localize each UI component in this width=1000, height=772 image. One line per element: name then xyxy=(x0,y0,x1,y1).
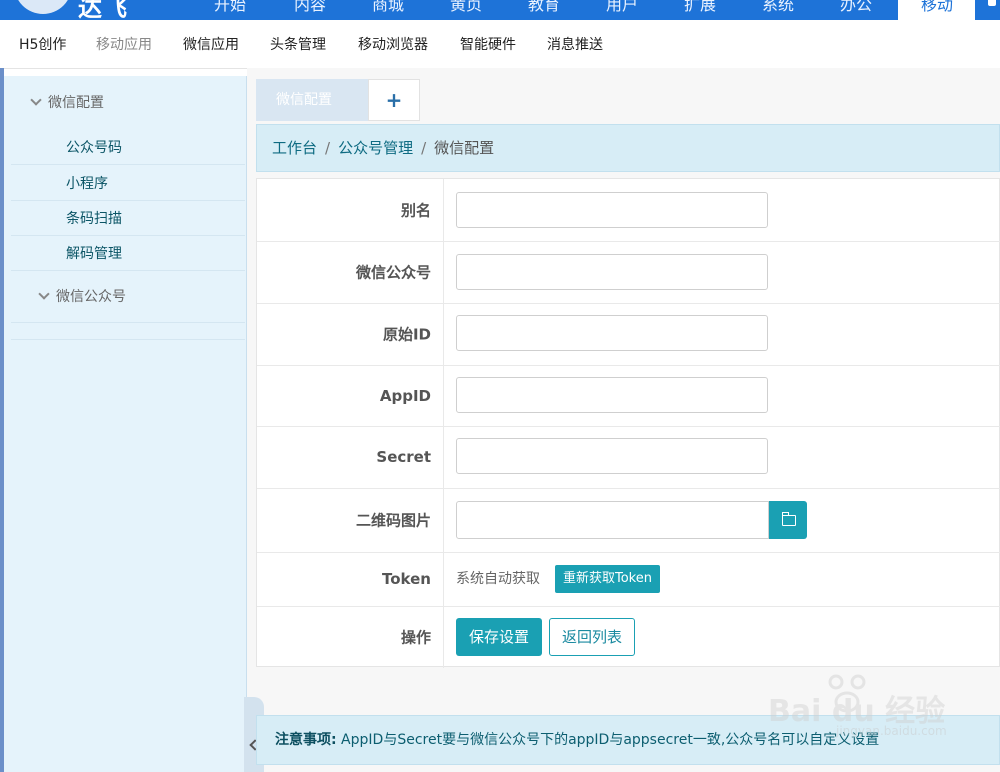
topnav-item-system[interactable]: 系统 xyxy=(748,0,808,20)
alias-label: 别名 xyxy=(400,201,431,220)
browse-file-button[interactable] xyxy=(769,501,807,539)
tab-wechat-config[interactable]: 微信配置 xyxy=(256,79,368,121)
sidebar-divider xyxy=(11,322,245,323)
qrcode-label: 二维码图片 xyxy=(355,511,431,530)
topnav-item-mall[interactable]: 商城 xyxy=(358,0,418,20)
form-row-token: Token 系统自动获取 重新获取Token xyxy=(257,552,1000,607)
sidebar-group-label: 微信配置 xyxy=(48,95,104,111)
breadcrumb-current: 微信配置 xyxy=(434,139,495,157)
breadcrumb-workbench[interactable]: 工作台 xyxy=(272,139,317,157)
label-cell: 二维码图片 xyxy=(257,488,444,552)
chevron-down-icon xyxy=(30,94,42,106)
account-label: 微信公众号 xyxy=(355,263,431,282)
overflow-icon xyxy=(988,0,996,6)
qrcode-input[interactable] xyxy=(456,501,769,539)
notice-title: 注意事项: xyxy=(275,732,337,748)
form-row-actions: 操作 保存设置 返回列表 xyxy=(257,606,1000,668)
label-cell: 操作 xyxy=(257,606,444,668)
refresh-token-button[interactable]: 重新获取Token xyxy=(555,565,660,593)
logo-icon xyxy=(14,0,72,14)
submenu-item-h5[interactable]: H5创作 xyxy=(19,20,66,68)
breadcrumb-separator: / xyxy=(325,139,331,157)
form-row-secret: Secret xyxy=(257,426,1000,489)
breadcrumb-separator: / xyxy=(421,139,427,157)
token-label: Token xyxy=(382,570,431,588)
sidebar: 微信配置 公众号码 小程序 条码扫描 解码管理 微信公众号 xyxy=(4,76,247,772)
topnav-item-mobile[interactable]: 移动 xyxy=(898,0,976,20)
submenu-item-push[interactable]: 消息推送 xyxy=(547,20,603,68)
breadcrumb: 工作台 / 公众号管理 / 微信配置 xyxy=(256,124,1000,172)
wechat-config-form: 别名 微信公众号 原始ID AppID Secret 二维码图片 Token 系… xyxy=(256,178,1000,668)
secret-input[interactable] xyxy=(456,438,768,474)
topnav-item-extend[interactable]: 扩展 xyxy=(670,0,730,20)
label-cell: 微信公众号 xyxy=(257,241,444,303)
form-row-origin-id: 原始ID xyxy=(257,303,1000,366)
watermark-subtext: jingyan.baidu.com xyxy=(836,724,947,738)
baidu-watermark: Bai du 经验 jingyan.baidu.com xyxy=(762,668,962,748)
top-nav-bar: 达飞 开始 内容 商城 黄页 教育 用户 扩展 系统 办公 移动 xyxy=(0,0,1000,20)
submenu-item-mobile-app[interactable]: 移动应用 xyxy=(96,20,152,68)
sidebar-group-wechat-account[interactable]: 微信公众号 xyxy=(38,286,126,306)
appid-label: AppID xyxy=(379,386,431,405)
sidebar-item-label: 小程序 xyxy=(66,176,108,192)
topnav-item-yellowpages[interactable]: 黄页 xyxy=(436,0,496,20)
sub-menu: H5创作 移动应用 微信应用 头条管理 移动浏览器 智能硬件 消息推送 xyxy=(0,20,1000,69)
chevron-down-icon xyxy=(38,288,50,300)
topnav-item-start[interactable]: 开始 xyxy=(200,0,260,20)
label-cell: 别名 xyxy=(257,179,444,241)
sidebar-item-label: 解码管理 xyxy=(66,246,122,262)
origin-id-label: 原始ID xyxy=(382,325,431,344)
label-cell: 原始ID xyxy=(257,303,444,365)
origin-id-input[interactable] xyxy=(456,315,768,351)
sidebar-item-miniprogram[interactable]: 小程序 xyxy=(11,165,245,201)
token-auto-text: 系统自动获取 xyxy=(456,571,540,587)
form-row-alias: 别名 xyxy=(257,179,1000,242)
label-cell: Token xyxy=(257,552,444,606)
breadcrumb-account-manage[interactable]: 公众号管理 xyxy=(338,139,413,157)
account-input[interactable] xyxy=(456,254,768,290)
topnav-overflow[interactable] xyxy=(975,0,1000,20)
label-cell: Secret xyxy=(257,426,444,488)
sidebar-item-decode[interactable]: 解码管理 xyxy=(11,235,245,271)
sidebar-item-barcode[interactable]: 条码扫描 xyxy=(11,200,245,236)
form-row-account: 微信公众号 xyxy=(257,241,1000,304)
sidebar-item-label: 公众号码 xyxy=(66,140,122,156)
submenu-item-headline[interactable]: 头条管理 xyxy=(270,20,326,68)
submenu-item-browser[interactable]: 移动浏览器 xyxy=(358,20,428,68)
topnav-item-office[interactable]: 办公 xyxy=(826,0,886,20)
sidebar-group-wechat-config[interactable]: 微信配置 xyxy=(30,92,104,112)
form-row-qrcode: 二维码图片 xyxy=(257,488,1000,553)
save-settings-button[interactable]: 保存设置 xyxy=(456,618,543,656)
appid-input[interactable] xyxy=(456,377,768,413)
submenu-item-hardware[interactable]: 智能硬件 xyxy=(460,20,516,68)
secret-label: Secret xyxy=(376,448,431,466)
alias-input[interactable] xyxy=(456,192,768,228)
add-tab-button[interactable]: + xyxy=(368,79,420,121)
sidebar-group-label: 微信公众号 xyxy=(56,289,126,305)
logo[interactable]: 达飞 xyxy=(14,0,164,20)
folder-open-icon xyxy=(782,512,796,526)
sidebar-item-label: 条码扫描 xyxy=(66,211,122,227)
topnav-item-users[interactable]: 用户 xyxy=(592,0,652,20)
sidebar-divider xyxy=(11,339,245,340)
action-label: 操作 xyxy=(400,628,431,647)
submenu-item-wechat-app[interactable]: 微信应用 xyxy=(183,20,239,68)
logo-text: 达飞 xyxy=(78,0,128,20)
form-row-appid: AppID xyxy=(257,365,1000,427)
back-to-list-button[interactable]: 返回列表 xyxy=(549,618,636,656)
topnav-item-content[interactable]: 内容 xyxy=(280,0,340,20)
label-cell: AppID xyxy=(257,365,444,426)
sidebar-item-account[interactable]: 公众号码 xyxy=(11,129,245,165)
topnav-item-education[interactable]: 教育 xyxy=(514,0,574,20)
